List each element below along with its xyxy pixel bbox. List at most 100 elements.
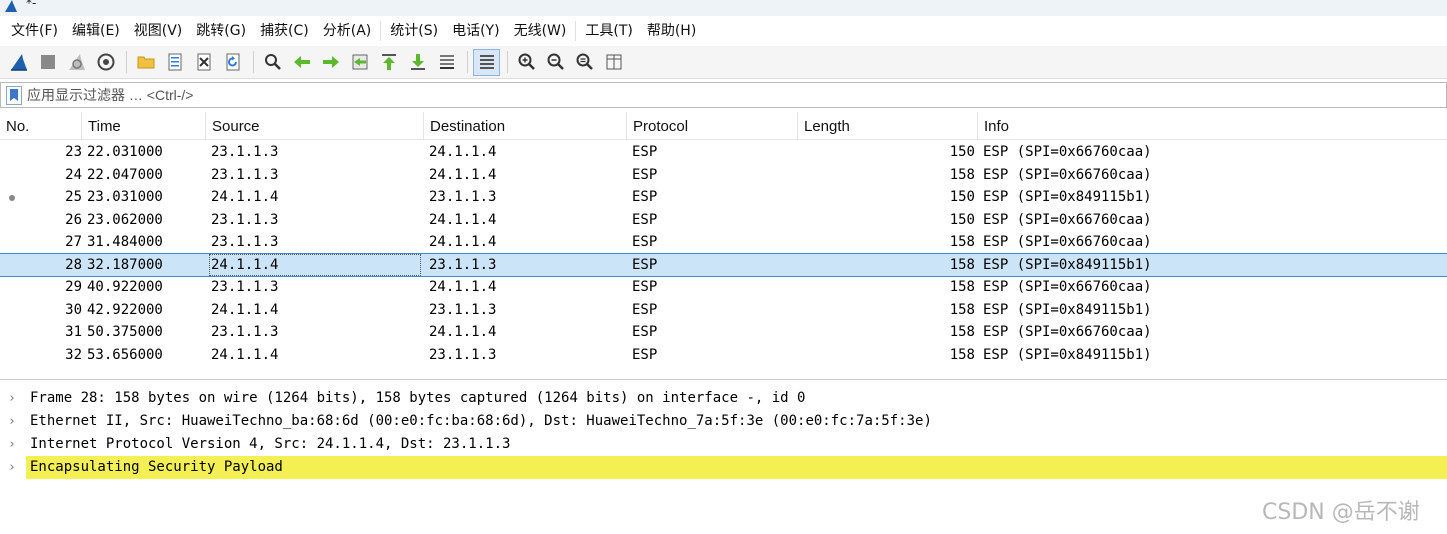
zoom-normal-button[interactable] <box>571 49 598 76</box>
expand-chevron-icon[interactable]: › <box>8 410 20 433</box>
packet-source: 24.1.1.4 <box>209 253 421 276</box>
packet-destination: 23.1.1.3 <box>429 189 497 205</box>
packet-length: 150 <box>949 211 975 228</box>
resize-columns-button[interactable] <box>600 49 627 76</box>
packet-length: 158 <box>949 234 975 250</box>
capture-options-button[interactable] <box>92 49 119 76</box>
zoom-out-icon <box>547 53 564 70</box>
packet-length: 158 <box>949 256 975 273</box>
detail-tree-item-ipv4[interactable]: › Internet Protocol Version 4, Src: 24.1… <box>0 433 1447 456</box>
find-packet-button[interactable] <box>259 49 286 76</box>
column-header-info[interactable]: Info <box>978 112 1447 140</box>
packet-time: 31.484000 <box>87 234 163 250</box>
main-toolbar <box>0 46 1447 79</box>
packet-row[interactable]: 24 22.047000 23.1.1.3 24.1.1.4 ESP 158 E… <box>0 164 1447 187</box>
packet-row[interactable]: 32 53.656000 24.1.1.4 23.1.1.3 ESP 158 E… <box>0 344 1447 367</box>
auto-scroll-icon <box>439 55 454 69</box>
packet-info: ESP (SPI=0x849115b1) <box>983 189 1152 205</box>
packet-destination: 23.1.1.3 <box>429 301 497 318</box>
column-header-no[interactable]: No. <box>0 112 82 140</box>
close-file-button[interactable] <box>190 49 217 76</box>
restart-fin-icon <box>68 54 85 70</box>
packet-destination: 24.1.1.4 <box>429 144 497 160</box>
expand-chevron-icon[interactable]: › <box>8 433 20 456</box>
packet-row[interactable]: 23 22.031000 23.1.1.3 24.1.1.4 ESP 150 E… <box>0 141 1447 164</box>
menu-edit[interactable]: 编辑(E) <box>65 16 127 46</box>
expand-chevron-icon[interactable]: › <box>8 387 20 410</box>
menu-divider <box>380 21 382 41</box>
start-capture-button[interactable] <box>5 49 32 76</box>
packet-time: 32.187000 <box>87 256 163 273</box>
go-forward-button[interactable] <box>317 49 344 76</box>
packet-info: ESP (SPI=0x849115b1) <box>983 256 1152 273</box>
packet-row[interactable]: 26 23.062000 23.1.1.3 24.1.1.4 ESP 150 E… <box>0 209 1447 232</box>
packet-protocol: ESP <box>632 279 658 295</box>
menu-statistics[interactable]: 统计(S) <box>383 16 445 46</box>
packet-no: 25 <box>65 189 82 205</box>
restart-capture-button[interactable] <box>63 49 90 76</box>
packet-no: 29 <box>65 279 82 295</box>
save-file-button[interactable] <box>161 49 188 76</box>
packet-destination: 24.1.1.4 <box>429 166 497 183</box>
menu-view[interactable]: 视图(V) <box>127 16 190 46</box>
watermark-text: CSDN @岳不谢 <box>1262 500 1420 525</box>
go-first-packet-button[interactable] <box>375 49 402 76</box>
go-back-button[interactable] <box>288 49 315 76</box>
detail-tree-item-esp[interactable]: › Encapsulating Security Payload <box>0 455 1447 479</box>
menu-help[interactable]: 帮助(H) <box>640 16 703 46</box>
detail-tree-item-frame[interactable]: › Frame 28: 158 bytes on wire (1264 bits… <box>0 387 1447 410</box>
packet-time: 23.031000 <box>87 189 163 205</box>
packet-no: 28 <box>65 256 82 273</box>
packet-row[interactable]: 25 23.031000 24.1.1.4 23.1.1.3 ESP 150 E… <box>0 186 1447 209</box>
go-last-packet-button[interactable] <box>404 49 431 76</box>
menu-analyze[interactable]: 分析(A) <box>316 16 379 46</box>
packet-destination: 24.1.1.4 <box>429 234 497 250</box>
save-file-icon <box>168 53 181 71</box>
packet-row[interactable]: 31 50.375000 23.1.1.3 24.1.1.4 ESP 158 E… <box>0 321 1447 344</box>
packet-no: 23 <box>65 144 82 160</box>
go-to-packet-button[interactable] <box>346 49 373 76</box>
menu-tools[interactable]: 工具(T) <box>578 16 639 46</box>
detail-text: Frame 28: 158 bytes on wire (1264 bits),… <box>30 390 806 406</box>
zoom-in-icon <box>518 53 535 70</box>
packet-row[interactable]: 29 40.922000 23.1.1.3 24.1.1.4 ESP 158 E… <box>0 276 1447 299</box>
close-file-icon <box>197 53 210 71</box>
zoom-in-button[interactable] <box>513 49 540 76</box>
detail-tree-item-ethernet[interactable]: › Ethernet II, Src: HuaweiTechno_ba:68:6… <box>0 410 1447 433</box>
stop-capture-button[interactable] <box>34 49 61 76</box>
column-header-source[interactable]: Source <box>206 112 424 140</box>
column-header-destination[interactable]: Destination <box>424 112 627 140</box>
column-header-time[interactable]: Time <box>82 112 206 140</box>
packet-protocol: ESP <box>632 211 658 228</box>
find-magnifier-icon <box>264 54 281 70</box>
go-forward-arrow-icon <box>322 56 339 68</box>
packet-time: 42.922000 <box>87 301 163 318</box>
packet-length: 158 <box>949 301 975 318</box>
packet-info: ESP (SPI=0x66760caa) <box>983 324 1152 340</box>
expand-chevron-icon[interactable]: › <box>8 456 20 479</box>
reload-file-button[interactable] <box>219 49 246 76</box>
column-header-length[interactable]: Length <box>798 112 978 140</box>
packet-source: 23.1.1.3 <box>211 234 279 250</box>
open-folder-icon <box>137 56 154 69</box>
packet-row[interactable]: 30 42.922000 24.1.1.4 23.1.1.3 ESP 158 E… <box>0 299 1447 322</box>
menu-file[interactable]: 文件(F) <box>4 16 65 46</box>
display-filter-input[interactable] <box>27 83 1427 107</box>
packet-row-selected[interactable]: 28 32.187000 24.1.1.4 23.1.1.3 ESP 158 E… <box>0 252 1447 277</box>
packet-source: 24.1.1.4 <box>211 301 279 318</box>
packet-length: 158 <box>949 346 975 363</box>
detail-text: Ethernet II, Src: HuaweiTechno_ba:68:6d … <box>30 413 932 429</box>
column-header-protocol[interactable]: Protocol <box>627 112 798 140</box>
menu-capture[interactable]: 捕获(C) <box>253 16 316 46</box>
zoom-out-button[interactable] <box>542 49 569 76</box>
open-file-button[interactable] <box>132 49 159 76</box>
menu-telephony[interactable]: 电话(Y) <box>445 16 506 46</box>
filter-bookmark-icon[interactable] <box>6 86 22 105</box>
packet-row[interactable]: 27 31.484000 23.1.1.3 24.1.1.4 ESP 158 E… <box>0 231 1447 254</box>
colorize-list-button[interactable] <box>473 48 500 76</box>
menu-go[interactable]: 跳转(G) <box>189 16 253 46</box>
menu-wireless[interactable]: 无线(W) <box>507 16 574 46</box>
packet-source: 23.1.1.3 <box>211 324 279 340</box>
auto-scroll-button[interactable] <box>433 49 460 76</box>
packet-protocol: ESP <box>632 256 658 273</box>
